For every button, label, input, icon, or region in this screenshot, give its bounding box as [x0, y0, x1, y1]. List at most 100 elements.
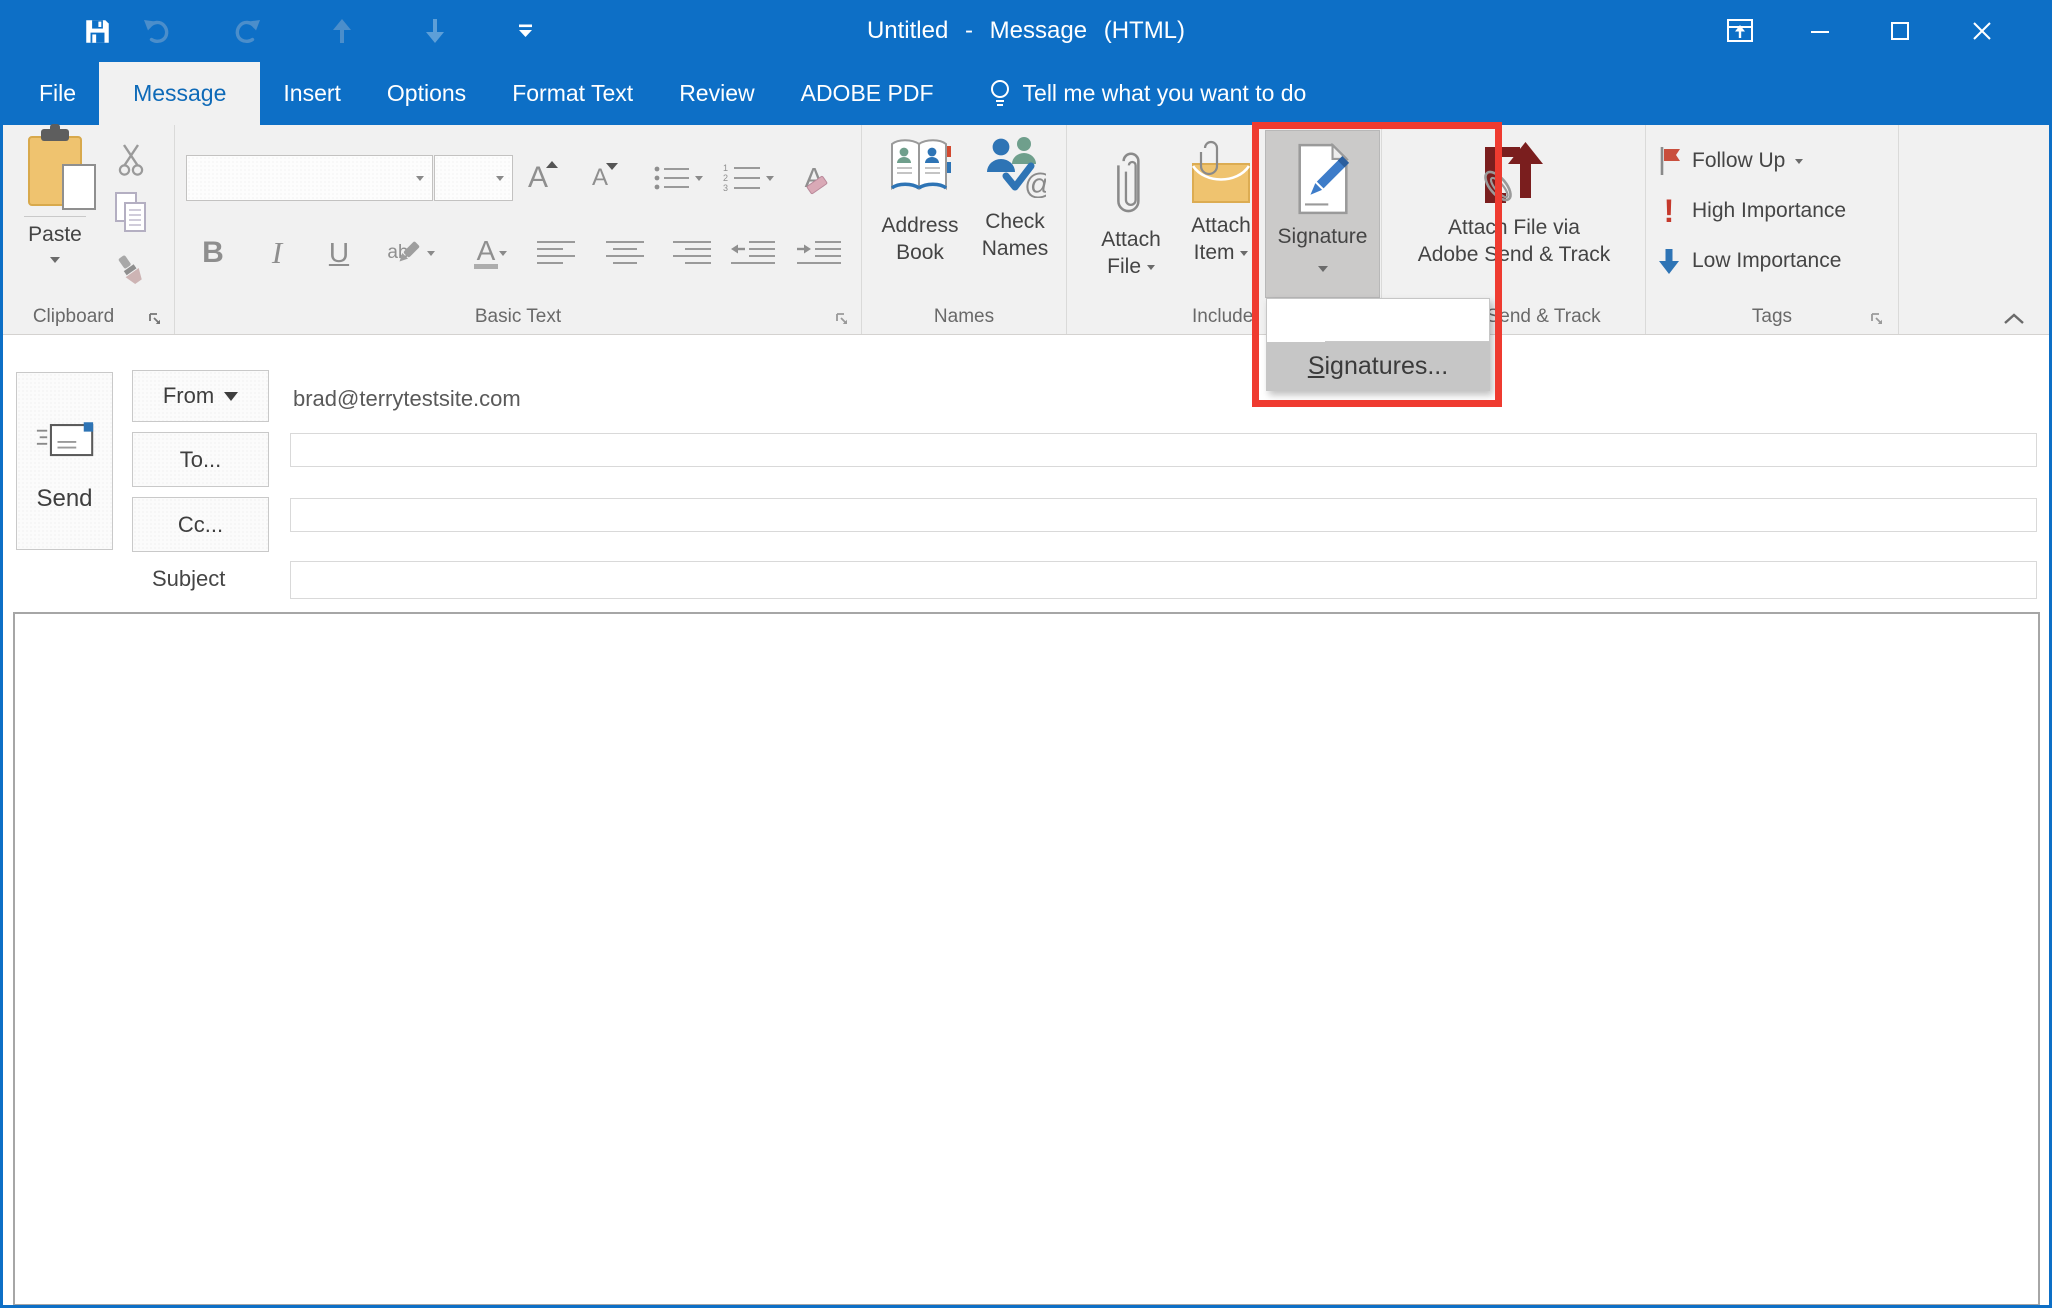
- grow-font-icon: A: [528, 161, 548, 195]
- font-color-icon: A: [477, 235, 496, 271]
- collapse-ribbon-button[interactable]: [2002, 312, 2026, 326]
- tab-adobe-pdf[interactable]: ADOBE PDF: [778, 62, 957, 125]
- bold-button[interactable]: B: [189, 227, 237, 279]
- font-name-combo[interactable]: [186, 155, 433, 201]
- cc-input[interactable]: [290, 498, 2037, 532]
- to-input[interactable]: [290, 433, 2037, 467]
- paste-label: Paste: [28, 223, 82, 247]
- address-book-label-1: Address: [881, 212, 958, 239]
- bullets-dropdown-arrow: [695, 176, 703, 181]
- attach-file-button[interactable]: Attach File: [1085, 130, 1177, 298]
- svg-text:1: 1: [723, 163, 728, 173]
- maximize-button[interactable]: [1868, 0, 1932, 62]
- numbering-icon: 1 2 3: [722, 163, 762, 193]
- tab-insert[interactable]: Insert: [260, 62, 364, 125]
- signatures-menu-item[interactable]: Signatures...: [1267, 342, 1489, 390]
- align-left-button[interactable]: [531, 227, 583, 279]
- increase-indent-button[interactable]: [793, 227, 847, 279]
- signature-dropdown-menu: Signatures...: [1266, 298, 1490, 391]
- subject-input[interactable]: [290, 561, 2037, 599]
- underline-button[interactable]: U: [315, 227, 363, 279]
- follow-up-button[interactable]: Follow Up: [1656, 139, 1803, 183]
- low-importance-button[interactable]: Low Importance: [1656, 239, 1841, 283]
- message-body-editor[interactable]: [13, 612, 2040, 1306]
- ribbon-display-options-icon: [1726, 18, 1754, 44]
- send-envelope-icon: [35, 421, 95, 461]
- copy-button[interactable]: [107, 187, 155, 239]
- group-clipboard: Paste Clipboard: [3, 125, 175, 334]
- tab-message[interactable]: Message: [99, 62, 260, 125]
- address-book-button[interactable]: Address Book: [878, 130, 962, 298]
- decrease-indent-button[interactable]: [727, 227, 781, 279]
- italic-button[interactable]: I: [257, 227, 297, 279]
- attach-via-adobe-button[interactable]: Attach File via Adobe Send & Track: [1382, 130, 1646, 298]
- clipboard-dialog-launcher[interactable]: [148, 312, 162, 326]
- maximize-icon: [1888, 19, 1912, 43]
- attach-file-dropdown-arrow: [1147, 265, 1155, 270]
- check-names-button[interactable]: @ Check Names: [972, 130, 1058, 298]
- collapse-ribbon-chevron-icon: [2002, 312, 2026, 326]
- bold-icon: B: [202, 236, 224, 270]
- attach-item-label-1: Attach: [1191, 212, 1251, 239]
- basic-text-group-label: Basic Text: [175, 306, 861, 328]
- to-label: To...: [180, 447, 222, 473]
- from-dropdown-arrow: [224, 392, 238, 401]
- ribbon-display-options-button[interactable]: [1708, 0, 1772, 62]
- signature-label: Signature: [1278, 223, 1368, 250]
- numbering-button[interactable]: 1 2 3: [717, 155, 779, 201]
- align-right-button[interactable]: [665, 227, 717, 279]
- font-color-button[interactable]: A: [459, 227, 525, 279]
- send-label: Send: [36, 485, 92, 513]
- ribbon: Paste Clipboard: [0, 125, 2052, 335]
- text-highlight-icon: ab: [387, 242, 408, 264]
- close-button[interactable]: [1950, 0, 2014, 62]
- send-button[interactable]: Send: [16, 372, 113, 550]
- from-label: From: [163, 383, 214, 409]
- font-name-dropdown-arrow: [416, 176, 424, 181]
- cc-button[interactable]: Cc...: [132, 497, 269, 552]
- bullets-button[interactable]: [647, 155, 709, 201]
- tab-options[interactable]: Options: [364, 62, 489, 125]
- basic-text-dialog-launcher[interactable]: [835, 312, 849, 326]
- tell-me-box[interactable]: Tell me what you want to do: [989, 62, 1307, 125]
- high-importance-button[interactable]: ! High Importance: [1656, 189, 1846, 233]
- group-names: Address Book @ Check Names Names: [862, 125, 1067, 334]
- names-group-label: Names: [862, 306, 1066, 328]
- decrease-indent-icon: [731, 240, 777, 266]
- shrink-font-button[interactable]: A: [583, 155, 633, 201]
- paste-dropdown-arrow: [50, 257, 60, 263]
- check-names-label-1: Check: [985, 208, 1045, 235]
- bullets-icon: [653, 164, 691, 192]
- align-center-button[interactable]: [599, 227, 651, 279]
- text-highlight-dropdown-arrow: [427, 251, 435, 256]
- signature-page-pen-icon: [1294, 143, 1352, 215]
- tab-format-text[interactable]: Format Text: [489, 62, 656, 125]
- minimize-button[interactable]: [1788, 0, 1852, 62]
- tags-dialog-launcher[interactable]: [1870, 312, 1884, 326]
- signature-button[interactable]: Signature: [1265, 130, 1380, 298]
- format-painter-button[interactable]: [107, 249, 155, 293]
- from-address: brad@terrytestsite.com: [293, 386, 521, 412]
- signature-dropdown-arrow: [1318, 266, 1328, 272]
- grow-font-button[interactable]: A: [521, 155, 571, 201]
- attach-item-button[interactable]: Attach Item: [1179, 130, 1263, 298]
- attach-item-envelope-icon: [1191, 140, 1251, 210]
- check-names-label-2: Names: [982, 235, 1049, 262]
- from-button[interactable]: From: [132, 370, 269, 422]
- clear-formatting-button[interactable]: A: [787, 155, 841, 201]
- clear-formatting-icon: A: [805, 162, 824, 194]
- svg-text:2: 2: [723, 173, 728, 183]
- paste-button[interactable]: Paste: [13, 132, 97, 294]
- tab-review[interactable]: Review: [656, 62, 777, 125]
- to-button[interactable]: To...: [132, 432, 269, 487]
- text-highlight-button[interactable]: ab: [373, 227, 449, 279]
- window-border-left: [0, 0, 3, 1308]
- font-size-combo[interactable]: [434, 155, 513, 201]
- tab-file[interactable]: File: [16, 62, 99, 125]
- cc-label: Cc...: [178, 512, 223, 538]
- font-color-dropdown-arrow: [499, 251, 507, 256]
- cut-button[interactable]: [107, 139, 155, 179]
- align-center-icon: [605, 240, 645, 266]
- font-size-dropdown-arrow: [496, 176, 504, 181]
- follow-up-label: Follow Up: [1692, 149, 1785, 173]
